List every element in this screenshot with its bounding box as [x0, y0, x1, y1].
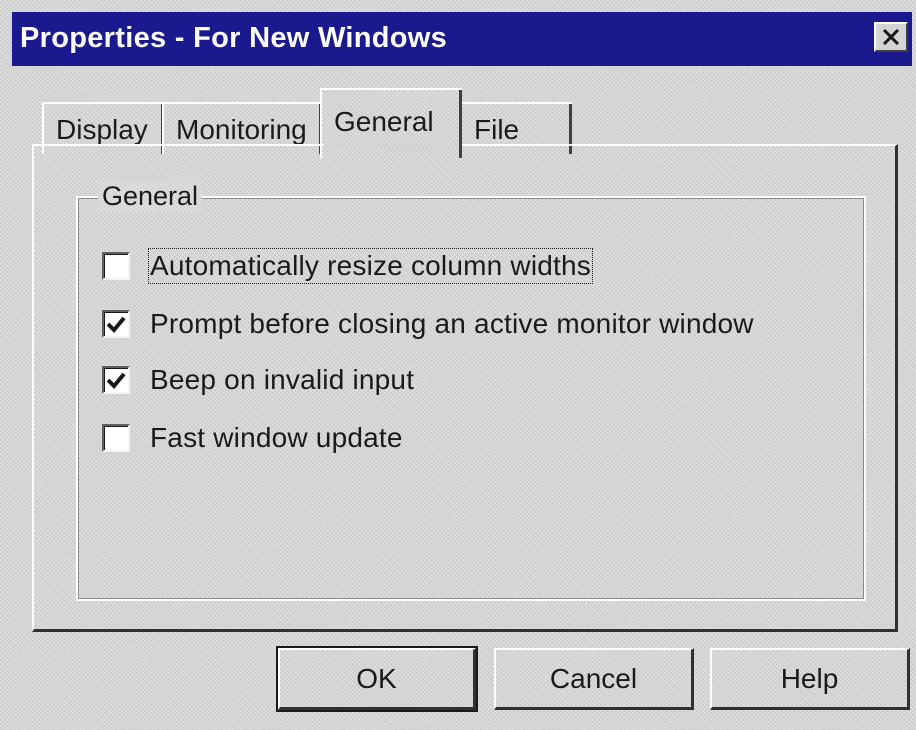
option-beep-invalid-input[interactable]: Beep on invalid input — [102, 360, 414, 400]
option-label: Fast window update — [150, 422, 403, 453]
tab-general-label: General — [334, 106, 434, 137]
tab-file-label: File — [474, 114, 520, 145]
general-groupbox: General Automatically resize column widt… — [76, 181, 866, 601]
option-fast-window-update[interactable]: Fast window update — [102, 418, 403, 458]
ok-button[interactable]: OK — [276, 646, 478, 712]
option-prompt-before-closing[interactable]: Prompt before closing an active monitor … — [102, 304, 754, 344]
close-icon — [882, 29, 900, 45]
tab-monitoring-label: Monitoring — [176, 114, 307, 145]
properties-dialog: Properties - For New Windows Display Mon… — [12, 12, 912, 728]
groupbox-title: General — [98, 181, 203, 212]
window-title: Properties - For New Windows — [20, 22, 448, 54]
tab-panel-general: General Automatically resize column widt… — [32, 144, 898, 632]
option-label: Beep on invalid input — [150, 364, 415, 395]
title-bar[interactable]: Properties - For New Windows — [12, 12, 912, 66]
checkmark-icon — [106, 316, 126, 333]
cancel-button[interactable]: Cancel — [494, 648, 694, 710]
option-label: Automatically resize column widths — [148, 248, 593, 284]
checkbox-fast-window-update[interactable] — [102, 424, 130, 452]
help-button[interactable]: Help — [710, 648, 910, 710]
close-button[interactable] — [874, 22, 908, 52]
option-label: Prompt before closing an active monitor … — [150, 308, 754, 339]
checkbox-beep-invalid-input[interactable] — [102, 366, 130, 394]
checkbox-auto-resize-columns[interactable] — [102, 252, 130, 280]
tab-display-label: Display — [56, 114, 148, 145]
tab-general[interactable]: General — [320, 88, 462, 158]
checkbox-prompt-before-closing[interactable] — [102, 310, 130, 338]
checkmark-icon — [106, 372, 126, 389]
option-auto-resize-columns[interactable]: Automatically resize column widths — [102, 246, 593, 286]
